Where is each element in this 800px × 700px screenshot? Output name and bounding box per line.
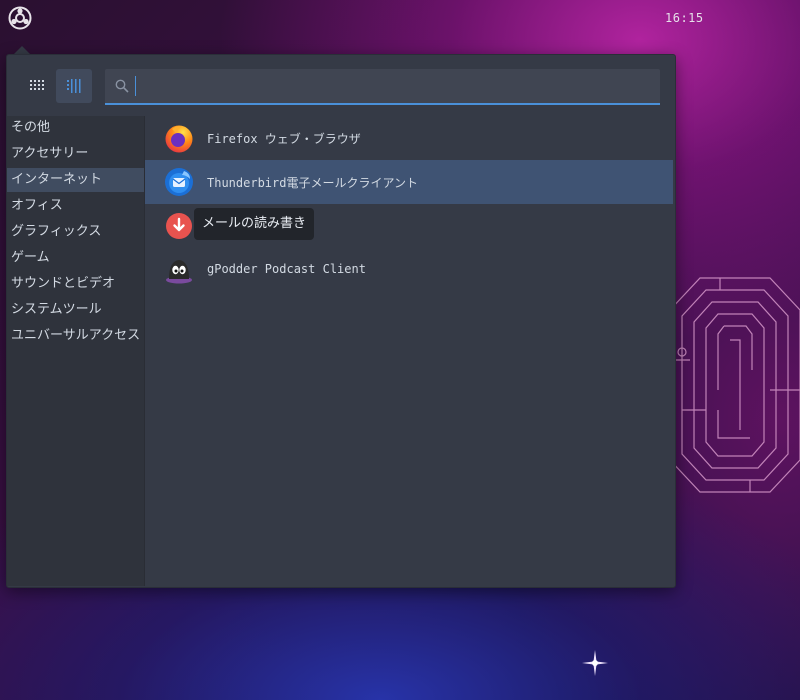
category-graphics[interactable]: グラフィックス [7,220,144,244]
search-field[interactable] [105,69,660,105]
app-label-firefox: Firefox ウェブ・ブラウザ [207,132,361,146]
app-label-gpodder: gPodder Podcast Client [207,262,366,276]
app-label-thunderbird: Thunderbird電子メールクライアント [207,176,418,190]
search-input[interactable] [135,73,645,99]
search-icon [115,79,129,93]
app-list: Firefox ウェブ・ブラウザ Thunderbird電子メールクライアント [145,116,673,586]
thunderbird-icon [165,168,193,196]
menu-pointer [14,46,30,54]
list-icon [67,79,81,93]
grid-icon [30,80,44,90]
category-accessories[interactable]: アクセサリー [7,142,144,166]
app-item-thunderbird[interactable]: Thunderbird電子メールクライアント [145,160,673,204]
app-menu-popover: その他 アクセサリー インターネット オフィス グラフィックス ゲーム サウンド… [6,54,676,588]
text-caret [135,76,136,96]
category-office[interactable]: オフィス [7,194,144,218]
grid-view-button[interactable] [20,69,56,103]
gpodder-icon [166,260,192,284]
category-other[interactable]: その他 [7,116,144,140]
firefox-icon [165,125,193,153]
top-panel: 16:15 [0,0,800,38]
category-games[interactable]: ゲーム [7,246,144,270]
category-universal-access[interactable]: ユニバーサルアクセス [7,324,144,348]
app-tooltip: メールの読み書き [194,208,315,240]
download-icon [166,213,192,239]
app-item-firefox[interactable]: Firefox ウェブ・ブラウザ [145,116,673,160]
wallpaper-maze-graphic [669,277,800,493]
list-view-button[interactable] [56,69,92,103]
clock[interactable]: 16:15 [665,11,704,25]
wallpaper-sparkle [582,650,608,676]
app-item-gpodder[interactable]: gPodder Podcast Client [145,248,673,292]
category-sound-video[interactable]: サウンドとビデオ [7,272,144,296]
category-internet[interactable]: インターネット [7,168,144,192]
category-sidebar: その他 アクセサリー インターネット オフィス グラフィックス ゲーム サウンド… [7,116,145,586]
ubuntu-budgie-logo-icon[interactable] [8,6,32,30]
category-system-tools[interactable]: システムツール [7,298,144,322]
